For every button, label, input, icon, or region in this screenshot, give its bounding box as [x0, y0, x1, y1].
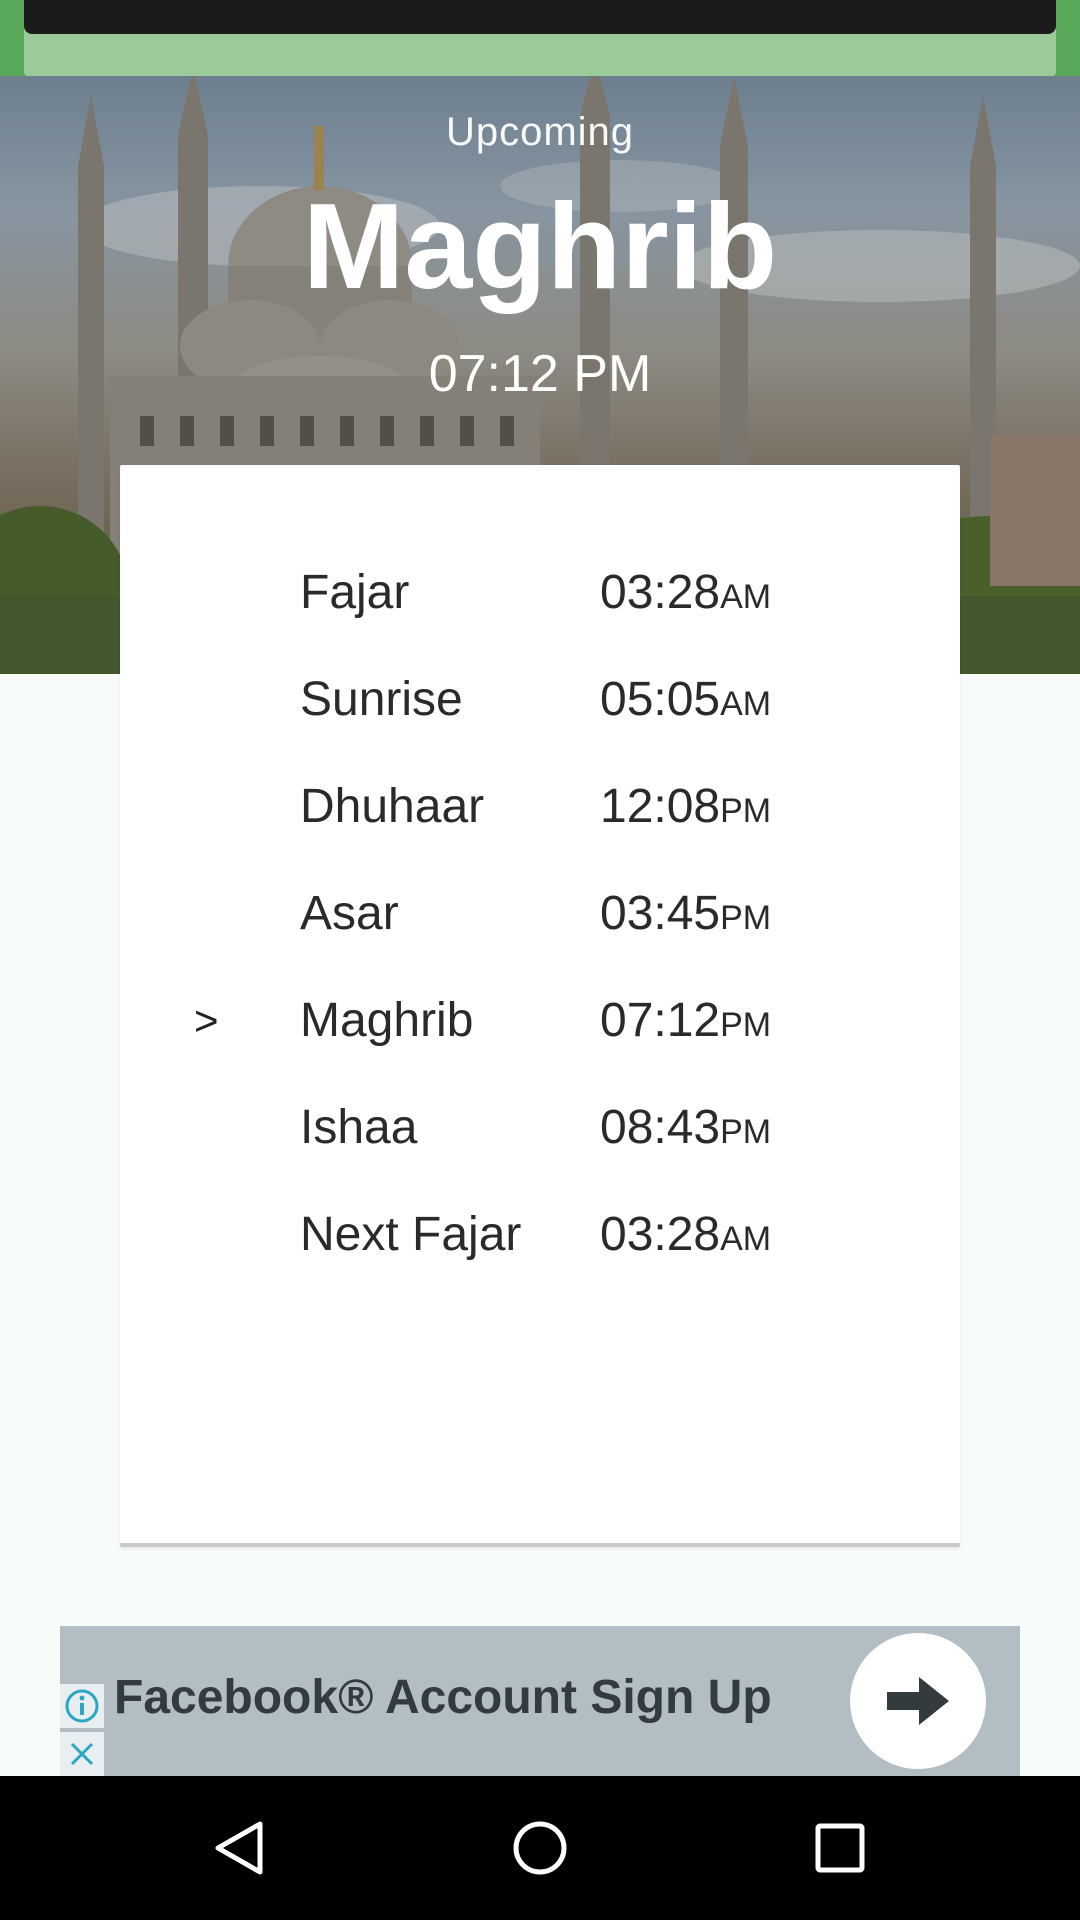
prayer-name: Asar [300, 887, 399, 940]
ad-banner[interactable]: Facebook® Account Sign Up [60, 1626, 1020, 1776]
prayer-row: Dhuhaar 12:08PM [120, 763, 960, 853]
prayer-time: 03:28AM [600, 1208, 772, 1261]
info-icon[interactable] [60, 1684, 104, 1728]
prayer-time: 03:45PM [600, 887, 772, 940]
close-icon[interactable] [60, 1732, 104, 1776]
top-dark-bar [24, 0, 1056, 34]
back-triangle-icon[interactable] [204, 1812, 276, 1884]
prayer-time: 08:43PM [600, 1101, 772, 1154]
current-marker: > [194, 997, 219, 1044]
upcoming-prayer-time: 07:12 PM [428, 345, 652, 403]
upcoming-label: Upcoming [445, 110, 635, 154]
prayer-row: Ishaa 08:43PM [120, 1084, 960, 1174]
prayer-name: Ishaa [300, 1101, 418, 1154]
prayer-time: 07:12PM [600, 994, 772, 1047]
prayer-row: Asar 03:45PM [120, 870, 960, 960]
prayer-row: Fajar 03:28AM [120, 549, 960, 639]
prayer-time: 12:08PM [600, 780, 772, 833]
prayer-time: 05:05AM [600, 673, 772, 726]
prayer-name: Next Fajar [300, 1208, 522, 1261]
prayer-times-card: Fajar 03:28AM Sunrise 05:05AM Dhuhaar 12… [120, 465, 960, 1547]
system-nav-bar [0, 1776, 1080, 1920]
prayer-name: Maghrib [300, 994, 474, 1047]
home-circle-icon[interactable] [504, 1812, 576, 1884]
prayer-name: Fajar [300, 566, 410, 619]
prayer-name: Sunrise [300, 673, 463, 726]
prayer-row-current: > Maghrib 07:12PM [120, 977, 960, 1067]
prayer-time: 03:28AM [600, 566, 772, 619]
upcoming-prayer-name: Maghrib [302, 178, 778, 314]
prayer-row: Next Fajar 03:28AM [120, 1191, 960, 1281]
arrow-right-icon[interactable] [850, 1633, 986, 1769]
prayer-name: Dhuhaar [300, 780, 485, 833]
prayer-row: Sunrise 05:05AM [120, 656, 960, 746]
ad-title[interactable]: Facebook® Account Sign Up [114, 1670, 772, 1725]
recents-square-icon[interactable] [804, 1812, 876, 1884]
